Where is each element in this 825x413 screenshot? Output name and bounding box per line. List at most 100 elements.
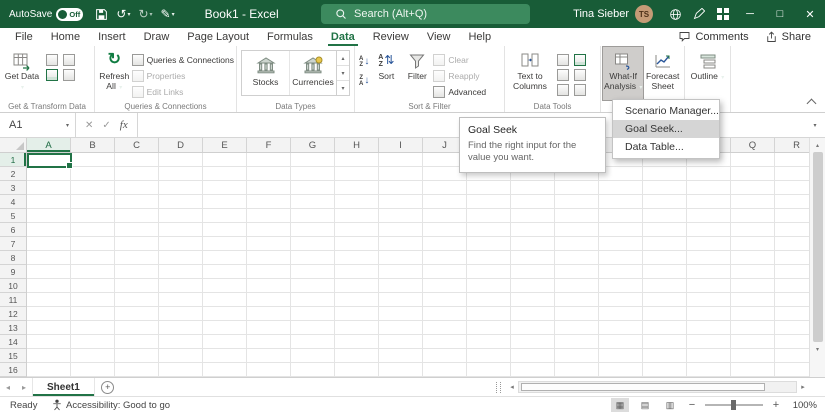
row-header-9[interactable]: 9 — [0, 265, 26, 279]
tab-file[interactable]: File — [6, 28, 42, 46]
insert-function-button[interactable]: fx — [120, 119, 128, 131]
grid-cells[interactable] — [27, 153, 809, 377]
name-box-dropdown[interactable]: ▾ — [60, 113, 76, 137]
stocks-button[interactable]: Stocks — [242, 51, 289, 95]
row-header-8[interactable]: 8 — [0, 251, 26, 265]
zoom-out-button[interactable]: − — [686, 399, 698, 411]
tab-formulas[interactable]: Formulas — [258, 28, 322, 46]
column-header-r[interactable]: R — [775, 138, 809, 152]
column-header-a[interactable]: A — [27, 138, 71, 152]
sort-ascending-button[interactable]: AZ↓ — [357, 53, 371, 70]
edit-links-button[interactable]: Edit Links — [132, 84, 234, 99]
column-header-e[interactable]: E — [203, 138, 247, 152]
refresh-all-button[interactable]: ↻ Refresh All ▾ — [97, 47, 132, 100]
cancel-button[interactable]: ✕ — [85, 120, 93, 131]
remove-duplicates-button[interactable] — [557, 69, 569, 81]
from-web-button[interactable] — [46, 69, 58, 81]
zoom-percentage[interactable]: 100% — [789, 400, 817, 411]
formula-bar-expand-button[interactable]: ▾ — [805, 113, 825, 137]
sheet-nav-prev-button[interactable]: ◂ — [0, 378, 16, 396]
redo-button[interactable]: ↻▾ — [134, 2, 156, 26]
maximize-button[interactable]: □ — [765, 0, 795, 28]
pen-button[interactable] — [687, 0, 711, 28]
filter-button[interactable]: Filter — [401, 47, 433, 100]
column-header-i[interactable]: I — [379, 138, 423, 152]
zoom-slider-thumb[interactable] — [731, 400, 736, 410]
row-header-15[interactable]: 15 — [0, 349, 26, 363]
name-box[interactable]: A1 — [0, 113, 60, 137]
tab-view[interactable]: View — [418, 28, 460, 46]
currencies-button[interactable]: Currencies — [289, 51, 336, 95]
menu-item-scenario-manager[interactable]: Scenario Manager... — [613, 102, 719, 120]
manage-data-model-button[interactable] — [574, 84, 586, 96]
sheet-tab-splitter[interactable] — [496, 382, 501, 393]
data-validation-button[interactable] — [574, 54, 586, 66]
add-sheet-button[interactable]: + — [95, 378, 121, 396]
tab-page-layout[interactable]: Page Layout — [178, 28, 258, 46]
view-page-break-button[interactable]: ▥ — [661, 398, 679, 412]
customize-quick-access-button[interactable]: ✎▾ — [157, 2, 179, 26]
forecast-sheet-button[interactable]: Forecast Sheet — [643, 47, 682, 100]
tab-help[interactable]: Help — [459, 28, 500, 46]
from-text-csv-button[interactable] — [46, 54, 58, 66]
selected-cell[interactable] — [27, 153, 72, 168]
reapply-filter-button[interactable]: Reapply — [433, 68, 486, 83]
accessibility-status[interactable]: Accessibility: Good to go — [52, 399, 170, 411]
avatar[interactable]: TS — [635, 5, 653, 23]
row-header-14[interactable]: 14 — [0, 335, 26, 349]
globe-button[interactable] — [663, 0, 687, 28]
row-header-13[interactable]: 13 — [0, 321, 26, 335]
share-button[interactable]: Share — [765, 31, 811, 43]
sheet-nav-next-button[interactable]: ▸ — [16, 378, 32, 396]
column-header-f[interactable]: F — [247, 138, 291, 152]
row-header-7[interactable]: 7 — [0, 237, 26, 251]
select-all-corner[interactable] — [0, 138, 27, 153]
horizontal-scroll-thumb[interactable] — [521, 383, 765, 391]
clear-filter-button[interactable]: Clear — [433, 52, 486, 67]
autosave-toggle[interactable]: AutoSave Off — [0, 8, 83, 21]
row-header-6[interactable]: 6 — [0, 223, 26, 237]
row-header-16[interactable]: 16 — [0, 363, 26, 377]
text-to-columns-button[interactable]: Text to Columns — [507, 47, 553, 100]
minimize-button[interactable]: ─ — [735, 0, 765, 28]
get-data-button[interactable]: Get Data ▾ — [2, 47, 42, 100]
tab-review[interactable]: Review — [364, 28, 418, 46]
row-header-2[interactable]: 2 — [0, 167, 26, 181]
zoom-slider[interactable] — [705, 404, 763, 406]
menu-item-data-table[interactable]: Data Table... — [613, 138, 719, 156]
from-table-range-button[interactable] — [63, 69, 75, 81]
flash-fill-button[interactable] — [557, 54, 569, 66]
view-page-layout-button[interactable]: ▤ — [636, 398, 654, 412]
advanced-filter-button[interactable]: Advanced — [433, 84, 486, 99]
row-header-10[interactable]: 10 — [0, 279, 26, 293]
row-header-4[interactable]: 4 — [0, 195, 26, 209]
column-header-g[interactable]: G — [291, 138, 335, 152]
tab-home[interactable]: Home — [42, 28, 89, 46]
gallery-more-button[interactable]: ▾ — [337, 81, 349, 95]
queries-connections-button[interactable]: Queries & Connections — [132, 52, 234, 67]
scroll-right-button[interactable]: ▸ — [797, 380, 809, 393]
consolidate-button[interactable] — [574, 69, 586, 81]
save-button[interactable] — [91, 2, 112, 26]
tab-data[interactable]: Data — [322, 28, 364, 46]
gallery-down-button[interactable]: ▾ — [337, 66, 349, 81]
undo-button[interactable]: ↺▾ — [112, 2, 134, 26]
row-header-5[interactable]: 5 — [0, 209, 26, 223]
view-normal-button[interactable]: ▦ — [611, 398, 629, 412]
column-header-q[interactable]: Q — [731, 138, 775, 152]
search-box[interactable]: Search (Alt+Q) — [321, 4, 530, 24]
properties-button[interactable]: Properties — [132, 68, 234, 83]
column-header-b[interactable]: B — [71, 138, 115, 152]
comments-button[interactable]: Comments — [678, 31, 748, 43]
tab-draw[interactable]: Draw — [135, 28, 179, 46]
what-if-analysis-button[interactable]: What-If Analysis ▾ — [603, 47, 643, 100]
recent-sources-button[interactable] — [63, 54, 75, 66]
scroll-down-button[interactable]: ▾ — [810, 342, 825, 356]
row-header-1[interactable]: 1 — [0, 153, 26, 167]
vertical-scroll-thumb[interactable] — [813, 152, 823, 342]
menu-item-goal-seek[interactable]: Goal Seek... — [613, 120, 719, 138]
close-button[interactable]: ✕ — [795, 0, 825, 28]
apps-grid-button[interactable] — [711, 0, 735, 28]
tab-insert[interactable]: Insert — [89, 28, 135, 46]
sort-button[interactable]: AZ⇅ Sort — [371, 47, 401, 100]
